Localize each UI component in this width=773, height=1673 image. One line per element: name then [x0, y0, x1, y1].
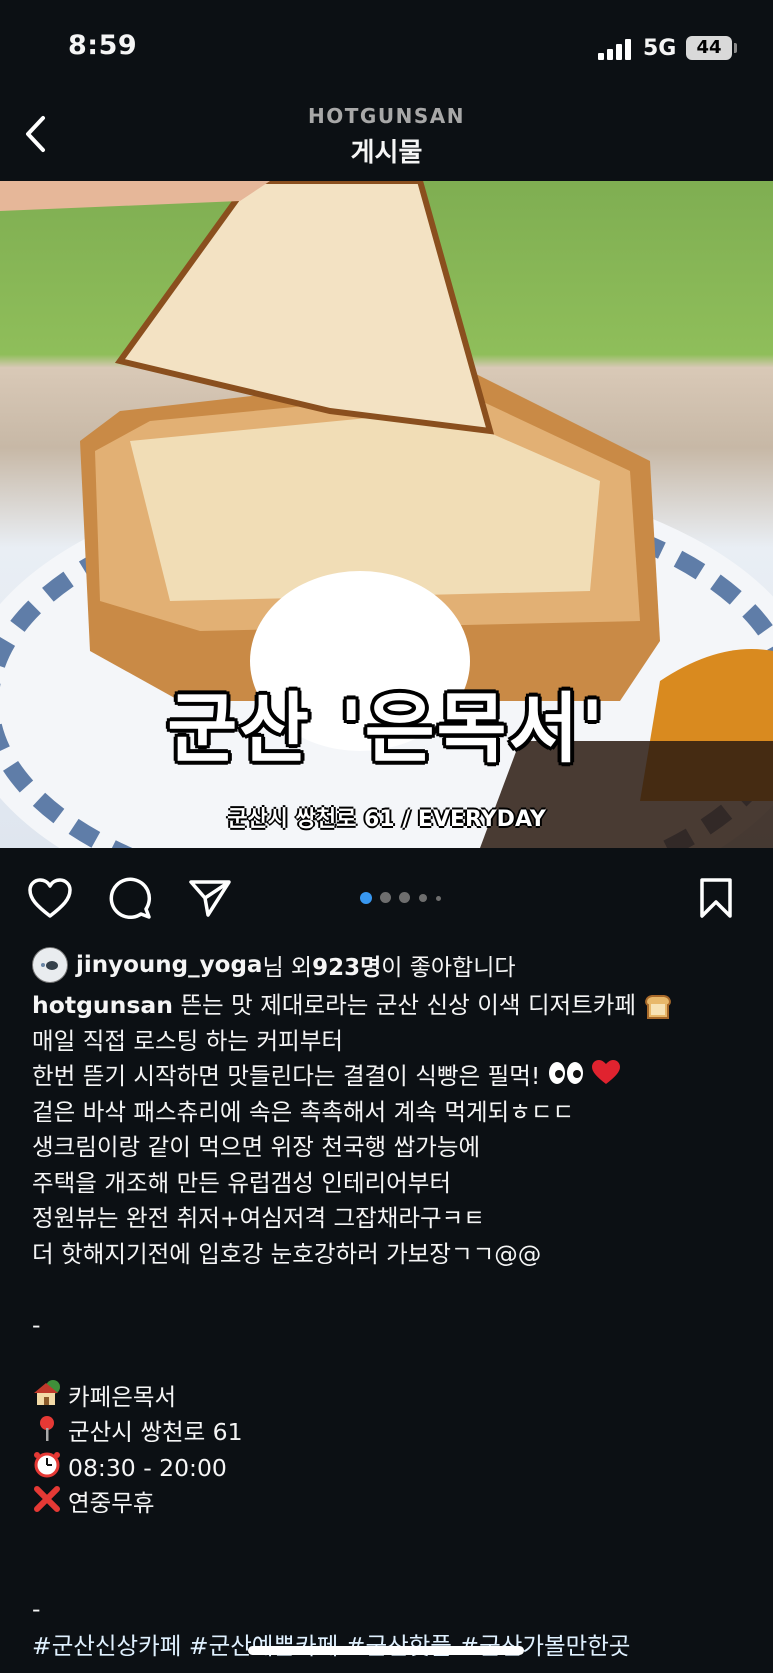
page-title: 게시물 [350, 138, 423, 168]
caption-line: 더 핫해지기전에 입호강 눈호강하러 가보장ㄱㄱ@@ [32, 1239, 542, 1268]
network-label: 5G [643, 36, 677, 61]
likes-tail-text: 이 좋아합니다 [381, 955, 516, 981]
battery-icon: 44 [686, 36, 732, 60]
info-address: 군산시 쌍천로 61 [68, 1417, 243, 1446]
avatar [32, 947, 68, 983]
post-caption: hotgunsan 뜬는 맛 제대로라는 군산 신상 이색 디저트카페 매일 직… [32, 988, 747, 1627]
likes-mid-text: 님 외 [262, 955, 313, 981]
carousel-dot [436, 896, 441, 901]
carousel-dot [380, 892, 391, 903]
carousel-dot [419, 894, 427, 902]
share-button[interactable] [186, 874, 234, 922]
comment-bubble-icon [109, 877, 152, 920]
likes-count[interactable]: 923명 [312, 948, 381, 982]
image-overlay-title: 군산 '은목서' [167, 684, 606, 773]
alarm-clock-icon [32, 1450, 62, 1489]
caption-line: 한번 뜯기 시작하면 맛들린다는 결결이 식빵은 필먹! [32, 1062, 541, 1090]
image-overlay-subtitle: 군산시 쌍천로 61 / EVERYDAY [227, 807, 546, 832]
battery-cap [734, 43, 737, 53]
signal-icon [598, 38, 632, 60]
bookmark-icon [700, 878, 732, 918]
caption-line: 주택을 개조해 만든 유럽갬성 인테리어부터 [32, 1168, 452, 1197]
post-image[interactable]: 군산 '은목서' 군산시 쌍천로 61 / EVERYDAY [0, 181, 773, 848]
eyes-icon [548, 1060, 584, 1096]
carousel-dot-active [360, 892, 372, 904]
comment-button[interactable] [106, 874, 154, 922]
info-closed-days: 연중무휴 [68, 1488, 155, 1517]
info-cafe-name: 카페은목서 [68, 1382, 177, 1411]
heart-emoji-icon [591, 1059, 621, 1096]
house-icon [32, 1379, 62, 1418]
caption-separator: - [32, 1594, 41, 1623]
caption-line: 정원뷰는 완전 취저+여심저격 그잡채라구ㅋㅌ [32, 1204, 485, 1232]
pin-icon [32, 1414, 62, 1453]
save-button[interactable] [692, 874, 740, 922]
caption-separator: - [32, 1310, 41, 1339]
bread-icon [644, 994, 671, 1019]
status-bar: 8:59 5G 44 [0, 0, 773, 100]
caption-line: 겉은 바삭 패스츄리에 속은 촉촉해서 계속 먹게되ㅎㄷㄷ [32, 1097, 575, 1126]
caption-username[interactable]: hotgunsan [32, 991, 173, 1019]
like-button[interactable] [26, 874, 74, 922]
hashtags[interactable]: #군산신상카페 #군산예쁜카페 #군산핫플 #군산가볼만한곳 [32, 1627, 772, 1661]
carousel-dot [399, 892, 410, 903]
home-indicator[interactable] [248, 1646, 524, 1655]
heart-icon [28, 878, 72, 918]
cross-mark-icon [32, 1485, 62, 1524]
caption-first-line: 뜬는 맛 제대로라는 군산 신상 이색 디저트카페 [172, 991, 637, 1019]
header-account-name[interactable]: HOTGUNSAN [0, 104, 773, 128]
likes-summary[interactable]: jinyoung_yoga 님 외 923명 이 좋아합니다 [32, 947, 516, 983]
status-time: 8:59 [68, 30, 138, 61]
post-actions [0, 870, 773, 926]
caption-line: 매일 직접 로스팅 하는 커피부터 [32, 1026, 343, 1055]
info-hours: 08:30 - 20:00 [68, 1453, 227, 1482]
paper-plane-icon [189, 880, 231, 917]
caption-line: 생크림이랑 같이 먹으면 위장 천국행 쌉가능에 [32, 1133, 481, 1161]
liked-by-username[interactable]: jinyoung_yoga [76, 952, 262, 978]
post-header: HOTGUNSAN 게시물 [0, 100, 773, 180]
